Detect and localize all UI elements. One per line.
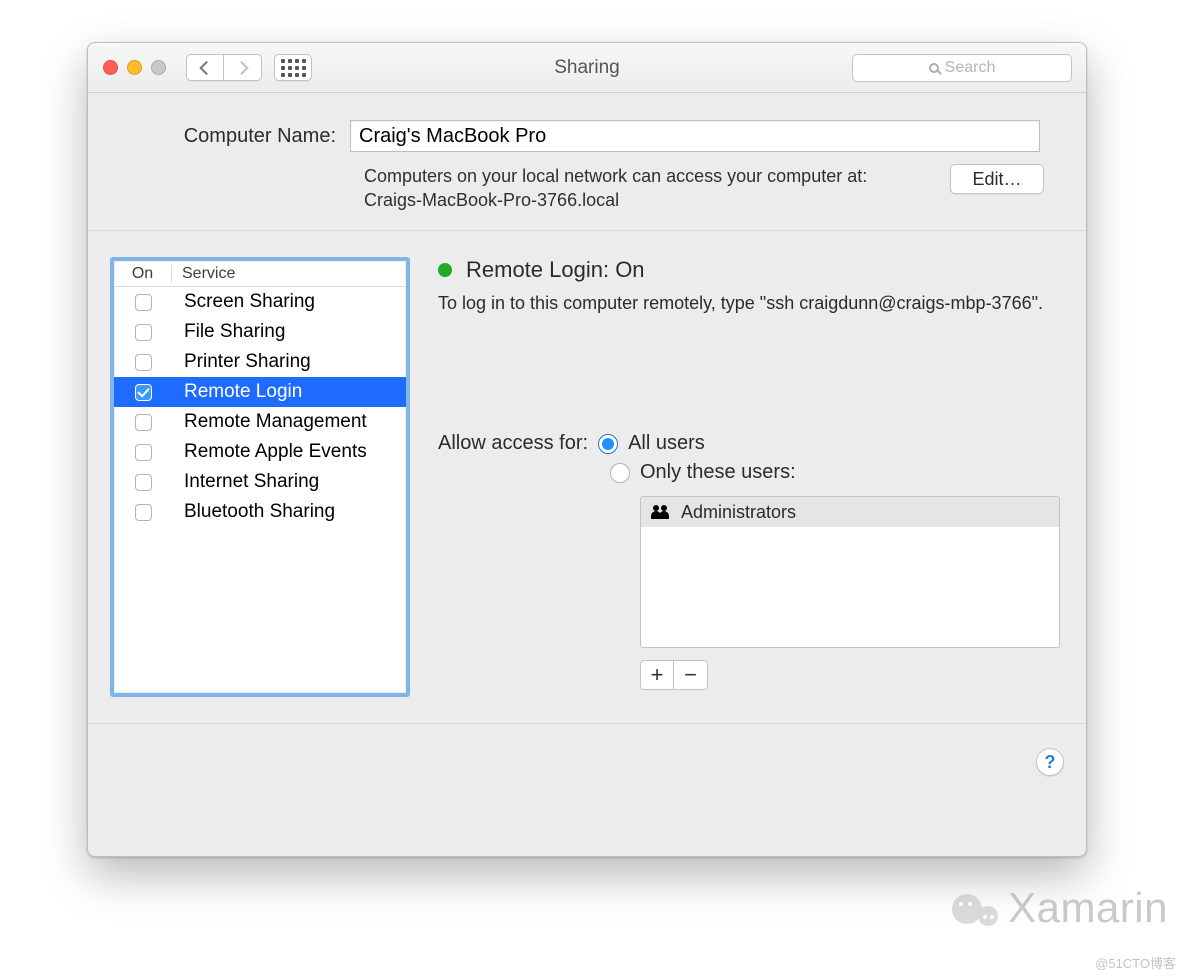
back-button[interactable] <box>186 54 224 81</box>
sharing-preferences-window: Sharing Search Computer Name: Computers … <box>87 42 1087 857</box>
users-list-row[interactable]: Administrators <box>641 497 1059 527</box>
service-checkbox[interactable] <box>135 324 152 341</box>
nav-group <box>186 54 262 81</box>
users-list-row-label: Administrators <box>681 502 796 523</box>
radio-all-users-label: All users <box>628 432 705 455</box>
services-header: On Service <box>114 261 406 287</box>
local-network-hint: Computers on your local network can acce… <box>364 164 904 212</box>
window-controls <box>103 60 166 75</box>
service-status-title: Remote Login: On <box>466 257 645 283</box>
service-label: Remote Login <box>172 381 302 403</box>
service-detail: Remote Login: On To log in to this compu… <box>438 257 1064 697</box>
radio-only-these-label: Only these users: <box>640 461 796 484</box>
computer-name-input[interactable] <box>350 120 1040 152</box>
footer: ? <box>88 724 1086 804</box>
add-user-button[interactable]: + <box>640 660 674 690</box>
radio-only-these-users[interactable] <box>610 463 630 483</box>
search-icon <box>929 63 939 73</box>
service-checkbox[interactable] <box>135 444 152 461</box>
forward-button[interactable] <box>224 54 262 81</box>
service-checkbox[interactable] <box>135 384 152 401</box>
help-button[interactable]: ? <box>1036 748 1064 776</box>
service-label: File Sharing <box>172 321 285 343</box>
allow-access-label: Allow access for: <box>438 432 588 455</box>
wechat-icon <box>952 888 998 928</box>
status-indicator-icon <box>438 263 452 277</box>
service-checkbox[interactable] <box>135 474 152 491</box>
watermark-text: Xamarin <box>1008 884 1168 932</box>
chevron-right-icon <box>234 60 248 74</box>
services-col-service: Service <box>172 265 235 283</box>
titlebar: Sharing Search <box>88 43 1086 93</box>
local-network-hint-line2: Craigs-MacBook-Pro-3766.local <box>364 190 619 210</box>
sharing-main-section: On Service Screen Sharing File Sharing Pri… <box>88 231 1086 724</box>
service-checkbox[interactable] <box>135 294 152 311</box>
service-label: Bluetooth Sharing <box>172 501 335 523</box>
services-list[interactable]: On Service Screen Sharing File Sharing Pri… <box>110 257 410 697</box>
service-label: Remote Apple Events <box>172 441 367 463</box>
group-icon <box>651 505 669 519</box>
show-all-button[interactable] <box>274 54 312 81</box>
computer-name-label: Computer Name: <box>130 120 350 152</box>
service-description: To log in to this computer remotely, typ… <box>438 293 1064 314</box>
search-placeholder: Search <box>945 59 996 77</box>
service-label: Screen Sharing <box>172 291 315 313</box>
service-label: Printer Sharing <box>172 351 311 373</box>
close-window-button[interactable] <box>103 60 118 75</box>
chevron-left-icon <box>199 60 213 74</box>
search-input[interactable]: Search <box>852 54 1072 82</box>
edit-hostname-button[interactable]: Edit… <box>950 164 1044 194</box>
local-network-hint-line1: Computers on your local network can acce… <box>364 166 867 186</box>
allowed-users-list[interactable]: Administrators <box>640 496 1060 648</box>
attribution-text: @51CTO博客 <box>1095 953 1176 972</box>
service-label: Internet Sharing <box>172 471 319 493</box>
service-row[interactable]: File Sharing <box>114 317 406 347</box>
service-row[interactable]: Remote Management <box>114 407 406 437</box>
grid-icon <box>281 59 306 77</box>
service-checkbox[interactable] <box>135 354 152 371</box>
computer-name-section: Computer Name: Computers on your local n… <box>88 93 1086 231</box>
service-row[interactable]: Remote Login <box>114 377 406 407</box>
zoom-window-button <box>151 60 166 75</box>
radio-all-users[interactable] <box>598 434 618 454</box>
service-row[interactable]: Remote Apple Events <box>114 437 406 467</box>
minimize-window-button[interactable] <box>127 60 142 75</box>
watermark: Xamarin <box>952 884 1168 932</box>
service-row[interactable]: Screen Sharing <box>114 287 406 317</box>
access-block: Allow access for: All users Only these u… <box>438 432 1064 690</box>
remove-user-button[interactable]: − <box>674 660 708 690</box>
service-checkbox[interactable] <box>135 414 152 431</box>
service-checkbox[interactable] <box>135 504 152 521</box>
users-add-remove-group: + − <box>640 660 1064 690</box>
service-label: Remote Management <box>172 411 367 433</box>
service-row[interactable]: Printer Sharing <box>114 347 406 377</box>
service-row[interactable]: Bluetooth Sharing <box>114 497 406 527</box>
services-col-on: On <box>114 265 172 283</box>
service-row[interactable]: Internet Sharing <box>114 467 406 497</box>
